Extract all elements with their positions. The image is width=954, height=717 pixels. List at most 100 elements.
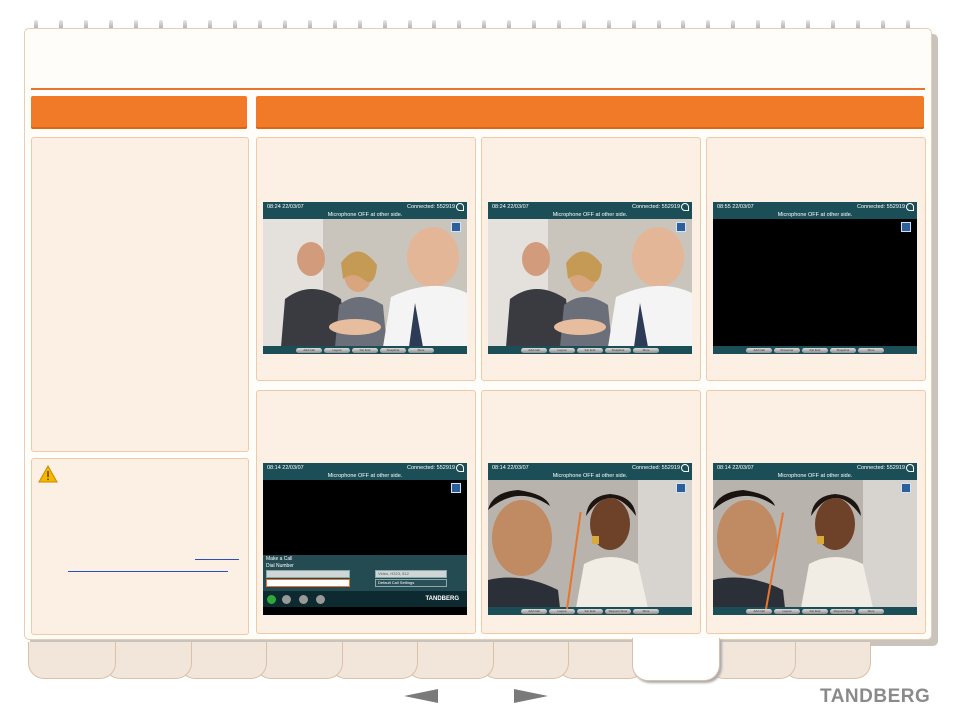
chapter-tab[interactable] <box>783 642 871 679</box>
meeting-photo <box>488 219 692 347</box>
panel-screen-6: 08:14 22/03/07 Connected: 552919 Microph… <box>706 390 926 634</box>
softkey-far-end[interactable]: Far End <box>802 608 828 614</box>
softkey-snapshot[interactable]: Snapshot <box>605 347 631 353</box>
call-screen-2: 08:24 22/03/07 Connected: 552919 Microph… <box>488 202 692 354</box>
connection-status: Connected: 552919 <box>856 465 905 471</box>
main-section-header <box>256 96 924 129</box>
softkey-more[interactable]: More <box>858 347 884 353</box>
softkey-more[interactable]: More <box>408 347 434 353</box>
conversation-photo <box>713 480 917 608</box>
signal-icon <box>456 203 464 211</box>
meeting-video <box>488 219 692 347</box>
softkey-bar: Add Call Layout Far End Snapshot More <box>263 346 467 354</box>
warning-icon <box>38 465 58 483</box>
meeting-video <box>263 219 467 347</box>
note-box <box>31 458 249 635</box>
selfview-icon <box>901 222 911 232</box>
clock: 08:55 22/03/07 <box>717 204 754 210</box>
call-screen-5: 08:14 22/03/07 Connected: 552919 Microph… <box>488 463 692 615</box>
call-screen-4: 08:14 22/03/07 Connected: 552919 Microph… <box>263 463 467 615</box>
softkey-bar: Add Call Layout Far End Request Floor Mo… <box>713 607 917 615</box>
softkey-add-call[interactable]: Add Call <box>746 608 772 614</box>
connection-status: Connected: 552919 <box>631 204 680 210</box>
call-settings-select[interactable]: Default Call Settings <box>375 579 447 587</box>
softkey-layout[interactable]: Layout <box>324 347 350 353</box>
signal-icon <box>906 203 914 211</box>
notification-message: Microphone OFF at other side. <box>552 212 628 218</box>
call-screen-6: 08:14 22/03/07 Connected: 552919 Microph… <box>713 463 917 615</box>
status-bar: 08:24 22/03/07 Connected: 552919 Microph… <box>263 202 467 219</box>
conversation-video <box>488 480 692 608</box>
connection-status: Connected: 552919 <box>406 465 455 471</box>
selfview-icon <box>676 483 686 493</box>
chapter-tab[interactable] <box>632 638 720 681</box>
chapter-tab[interactable] <box>103 642 192 679</box>
call-icon[interactable] <box>267 595 276 604</box>
softkey-snapshot[interactable]: Snapshot <box>380 347 406 353</box>
signal-icon <box>906 464 914 472</box>
signal-icon <box>681 203 689 211</box>
softkey-far-end[interactable]: Far End <box>802 347 828 353</box>
softkey-far-end[interactable]: Far End <box>577 347 603 353</box>
panel-screen-2: 08:24 22/03/07 Connected: 552919 Microph… <box>481 137 701 381</box>
call-screen-1: 08:24 22/03/07 Connected: 552919 Microph… <box>263 202 467 354</box>
chapter-tab[interactable] <box>330 642 418 679</box>
next-page-arrow-icon[interactable] <box>514 689 548 703</box>
panel-screen-3: 08:55 22/03/07 Connected: 552919 Microph… <box>706 137 926 381</box>
clock: 08:14 22/03/07 <box>492 465 529 471</box>
notification-message: Microphone OFF at other side. <box>552 473 628 479</box>
protocol-select[interactable]: Video, H323, 512 <box>375 570 447 578</box>
softkey-snapshot[interactable]: Snapshot <box>830 347 856 353</box>
chapter-tab[interactable] <box>481 642 569 679</box>
tandberg-logo: TANDBERG <box>820 686 931 707</box>
selfview-icon <box>676 222 686 232</box>
panel-screen-5: 08:14 22/03/07 Connected: 552919 Microph… <box>481 390 701 634</box>
recent-number-field[interactable] <box>266 570 350 578</box>
dial-number-input[interactable] <box>266 579 350 587</box>
chapter-tab[interactable] <box>179 642 267 679</box>
connection-status: Connected: 552919 <box>856 204 905 210</box>
status-bar: 08:14 22/03/07 Connected: 552919 Microph… <box>713 463 917 480</box>
mute-icon[interactable] <box>299 595 308 604</box>
softkey-layout[interactable]: Layout <box>549 347 575 353</box>
notification-message: Microphone OFF at other side. <box>777 473 853 479</box>
status-bar: 08:24 22/03/07 Connected: 552919 Microph… <box>488 202 692 219</box>
softkey-add-call[interactable]: Add Call <box>296 347 322 353</box>
softkey-layout[interactable]: Layout <box>774 608 800 614</box>
settings-icon[interactable] <box>316 595 325 604</box>
chapter-tab[interactable] <box>405 642 494 679</box>
clock: 08:24 22/03/07 <box>267 204 304 210</box>
panel-screen-4: 08:14 22/03/07 Connected: 552919 Microph… <box>256 390 476 634</box>
call-screen-3: 08:55 22/03/07 Connected: 552919 Microph… <box>713 202 917 354</box>
softkey-layout[interactable]: Layout <box>549 608 575 614</box>
tandberg-logo: TANDBERG <box>425 596 459 602</box>
softkey-far-end[interactable]: Far End <box>352 347 378 353</box>
softkey-request-floor[interactable]: Request Floor <box>830 608 856 614</box>
reference-link-continued[interactable] <box>68 571 228 572</box>
clock: 08:14 22/03/07 <box>717 465 754 471</box>
conversation-video <box>713 480 917 608</box>
reference-link[interactable] <box>195 559 239 560</box>
description-box <box>31 137 249 452</box>
chapter-tab[interactable] <box>254 642 343 679</box>
previous-page-arrow-icon[interactable] <box>404 689 438 703</box>
softkey-far-end[interactable]: Far End <box>577 608 603 614</box>
softkey-more[interactable]: More <box>633 347 659 353</box>
chapter-tab[interactable] <box>28 642 116 679</box>
menu-title: Make a Call <box>266 556 293 562</box>
connection-status: Connected: 552919 <box>631 465 680 471</box>
softkey-add-call[interactable]: Add Call <box>746 347 772 353</box>
softkey-add-call[interactable]: Add Call <box>521 347 547 353</box>
clock: 08:24 22/03/07 <box>492 204 529 210</box>
softkey-bar: Add Call Layout Far End Snapshot More <box>488 346 692 354</box>
softkey-request-floor[interactable]: Request Floor <box>605 608 631 614</box>
softkey-add-call[interactable]: Add Call <box>521 608 547 614</box>
chapter-tabs <box>28 638 918 682</box>
selfview-icon <box>901 483 911 493</box>
phonebook-icon[interactable] <box>282 595 291 604</box>
selfview-icon <box>451 483 461 493</box>
softkey-presenter[interactable]: Presenter <box>774 347 800 353</box>
softkey-more[interactable]: More <box>858 608 884 614</box>
chapter-tab[interactable] <box>707 642 796 679</box>
softkey-more[interactable]: More <box>633 608 659 614</box>
